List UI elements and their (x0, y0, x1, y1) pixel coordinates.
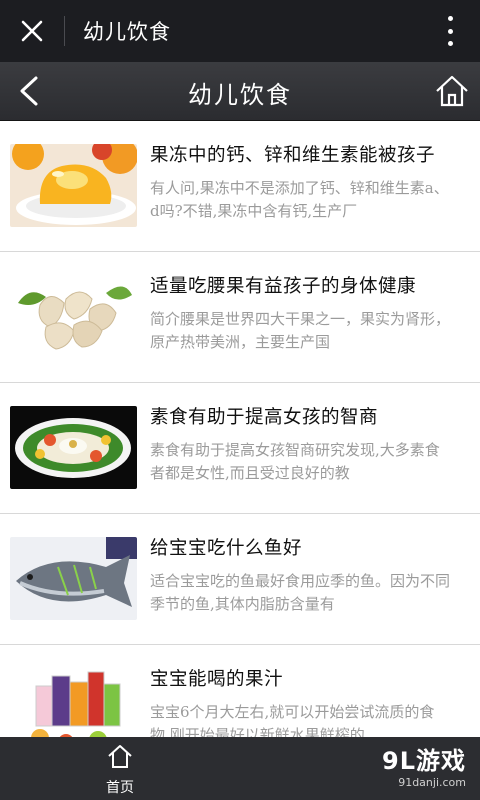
tab-home-label: 首页 (106, 780, 134, 796)
article-title: 素食有助于提高女孩的智商 (150, 407, 379, 428)
watermark-logo: 9L游戏 91danji.com (348, 741, 466, 795)
more-menu-button[interactable] (448, 16, 454, 46)
wechat-top-bar: 幼儿饮食 (0, 0, 480, 62)
more-icon (448, 16, 453, 21)
fish-image (10, 537, 137, 620)
home-icon (436, 75, 468, 107)
article-summary: 素食有助于提高女孩智商研究发现,大多素食者都是女性,而且受过良好的教 (150, 441, 440, 482)
watermark-url: 91danji.com (398, 776, 466, 789)
article-item[interactable]: 给宝宝吃什么鱼好 适合宝宝吃的鱼最好食用应季的鱼。因为不同季节的鱼,其体内脂肪含… (0, 514, 480, 645)
home-button[interactable] (434, 74, 470, 108)
cashew-image (10, 275, 137, 358)
article-title: 适量吃腰果有益孩子的身体健康 (150, 276, 417, 297)
article-summary: 适合宝宝吃的鱼最好食用应季的鱼。因为不同季节的鱼,其体内脂肪含量有 (150, 572, 450, 613)
article-item[interactable]: 适量吃腰果有益孩子的身体健康 简介腰果是世界四大干果之一，果实为肾形，原产热带美… (0, 252, 480, 383)
nav-bar: 幼儿饮食 (0, 62, 480, 121)
page-title: 幼儿饮食 (188, 81, 292, 109)
article-list: 果冻中的钙、锌和维生素能被孩子 有人问,果冻中不是添加了钙、锌和维生素a、d吗?… (0, 121, 480, 776)
article-title: 宝宝能喝的果汁 (150, 669, 284, 690)
jelly-image (10, 144, 137, 227)
watermark-text: 9L游戏 (382, 747, 466, 775)
tab-home[interactable]: 首页 (80, 737, 160, 800)
bottom-tab-bar: 首页 9L游戏 91danji.com (0, 737, 480, 800)
close-button[interactable] (0, 0, 64, 62)
article-title: 给宝宝吃什么鱼好 (150, 538, 303, 559)
vegetable-plate-image (10, 406, 137, 489)
article-summary: 简介腰果是世界四大干果之一，果实为肾形，原产热带美洲，主要生产国 (150, 310, 450, 351)
article-title: 果冻中的钙、锌和维生素能被孩子 (150, 145, 436, 166)
window-title: 幼儿饮食 (83, 20, 171, 44)
divider (64, 16, 65, 46)
close-icon (21, 20, 43, 42)
home-icon (108, 745, 132, 768)
article-summary: 有人问,果冻中不是添加了钙、锌和维生素a、d吗?不错,果冻中含有钙,生产厂 (150, 179, 449, 220)
article-item[interactable]: 果冻中的钙、锌和维生素能被孩子 有人问,果冻中不是添加了钙、锌和维生素a、d吗?… (0, 121, 480, 252)
article-item[interactable]: 素食有助于提高女孩的智商 素食有助于提高女孩智商研究发现,大多素食者都是女性,而… (0, 383, 480, 514)
